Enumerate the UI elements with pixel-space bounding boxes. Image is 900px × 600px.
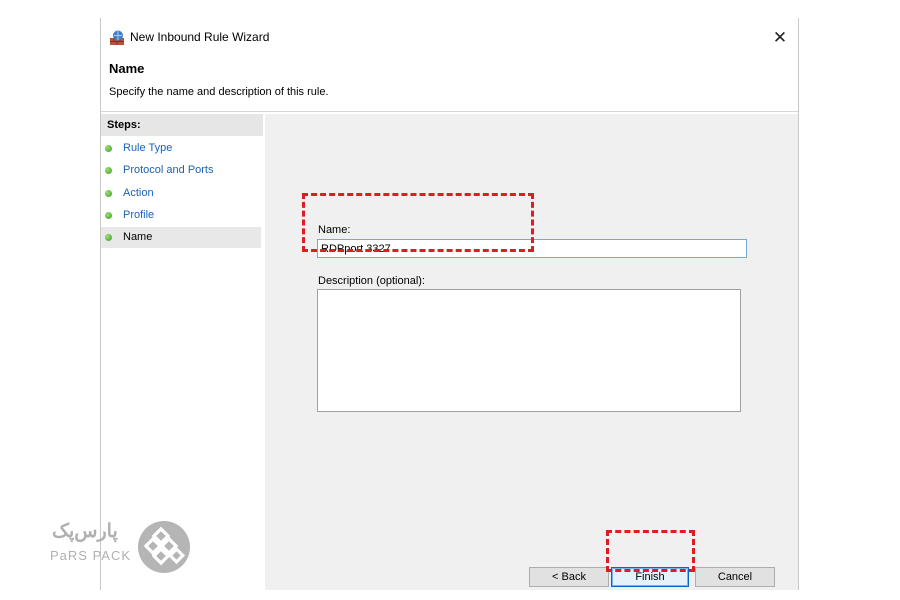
step-complete-icon (105, 212, 112, 219)
finish-button-highlight (606, 530, 695, 572)
back-button[interactable]: < Back (529, 567, 609, 587)
step-rule-type[interactable]: Rule Type (101, 138, 261, 159)
wizard-window: New Inbound Rule Wizard ✕ Name Specify t… (100, 18, 799, 590)
description-label: Description (optional): (318, 275, 425, 287)
step-label: Action (123, 187, 154, 199)
steps-heading: Steps: (101, 114, 263, 136)
steps-panel: Steps: Rule Type Protocol and Ports Acti… (101, 114, 263, 590)
step-label: Profile (123, 209, 155, 221)
cancel-button[interactable]: Cancel (695, 567, 775, 587)
step-label: Protocol and Ports (123, 164, 214, 176)
step-profile[interactable]: Profile (101, 205, 261, 226)
step-action[interactable]: Action (101, 183, 261, 204)
step-protocol-and-ports[interactable]: Protocol and Ports (101, 160, 261, 181)
parspack-logo: پارس‌پک PaRS PACK (50, 520, 195, 575)
close-icon: ✕ (772, 28, 788, 47)
logo-text-latin: PaRS PACK (50, 548, 132, 563)
step-complete-icon (105, 190, 112, 197)
page-title: Name (109, 61, 145, 76)
step-label: Rule Type (123, 142, 173, 154)
logo-text-persian: پارس‌پک (52, 521, 118, 542)
parspack-logo-icon (138, 521, 190, 573)
name-field-highlight (302, 193, 534, 252)
step-complete-icon (105, 145, 112, 152)
step-current-icon (105, 234, 112, 241)
firewall-icon (110, 30, 124, 45)
content-panel: Name: Description (optional): < Back Fin… (265, 114, 798, 590)
step-name: Name (101, 227, 261, 248)
step-label: Name (123, 231, 153, 243)
description-input[interactable] (317, 289, 741, 412)
step-complete-icon (105, 167, 112, 174)
window-title: New Inbound Rule Wizard (130, 30, 270, 44)
header-divider (101, 111, 798, 112)
close-button[interactable]: ✕ (770, 28, 790, 48)
page-subtitle: Specify the name and description of this… (109, 86, 329, 98)
title-bar: New Inbound Rule Wizard ✕ (101, 18, 798, 58)
